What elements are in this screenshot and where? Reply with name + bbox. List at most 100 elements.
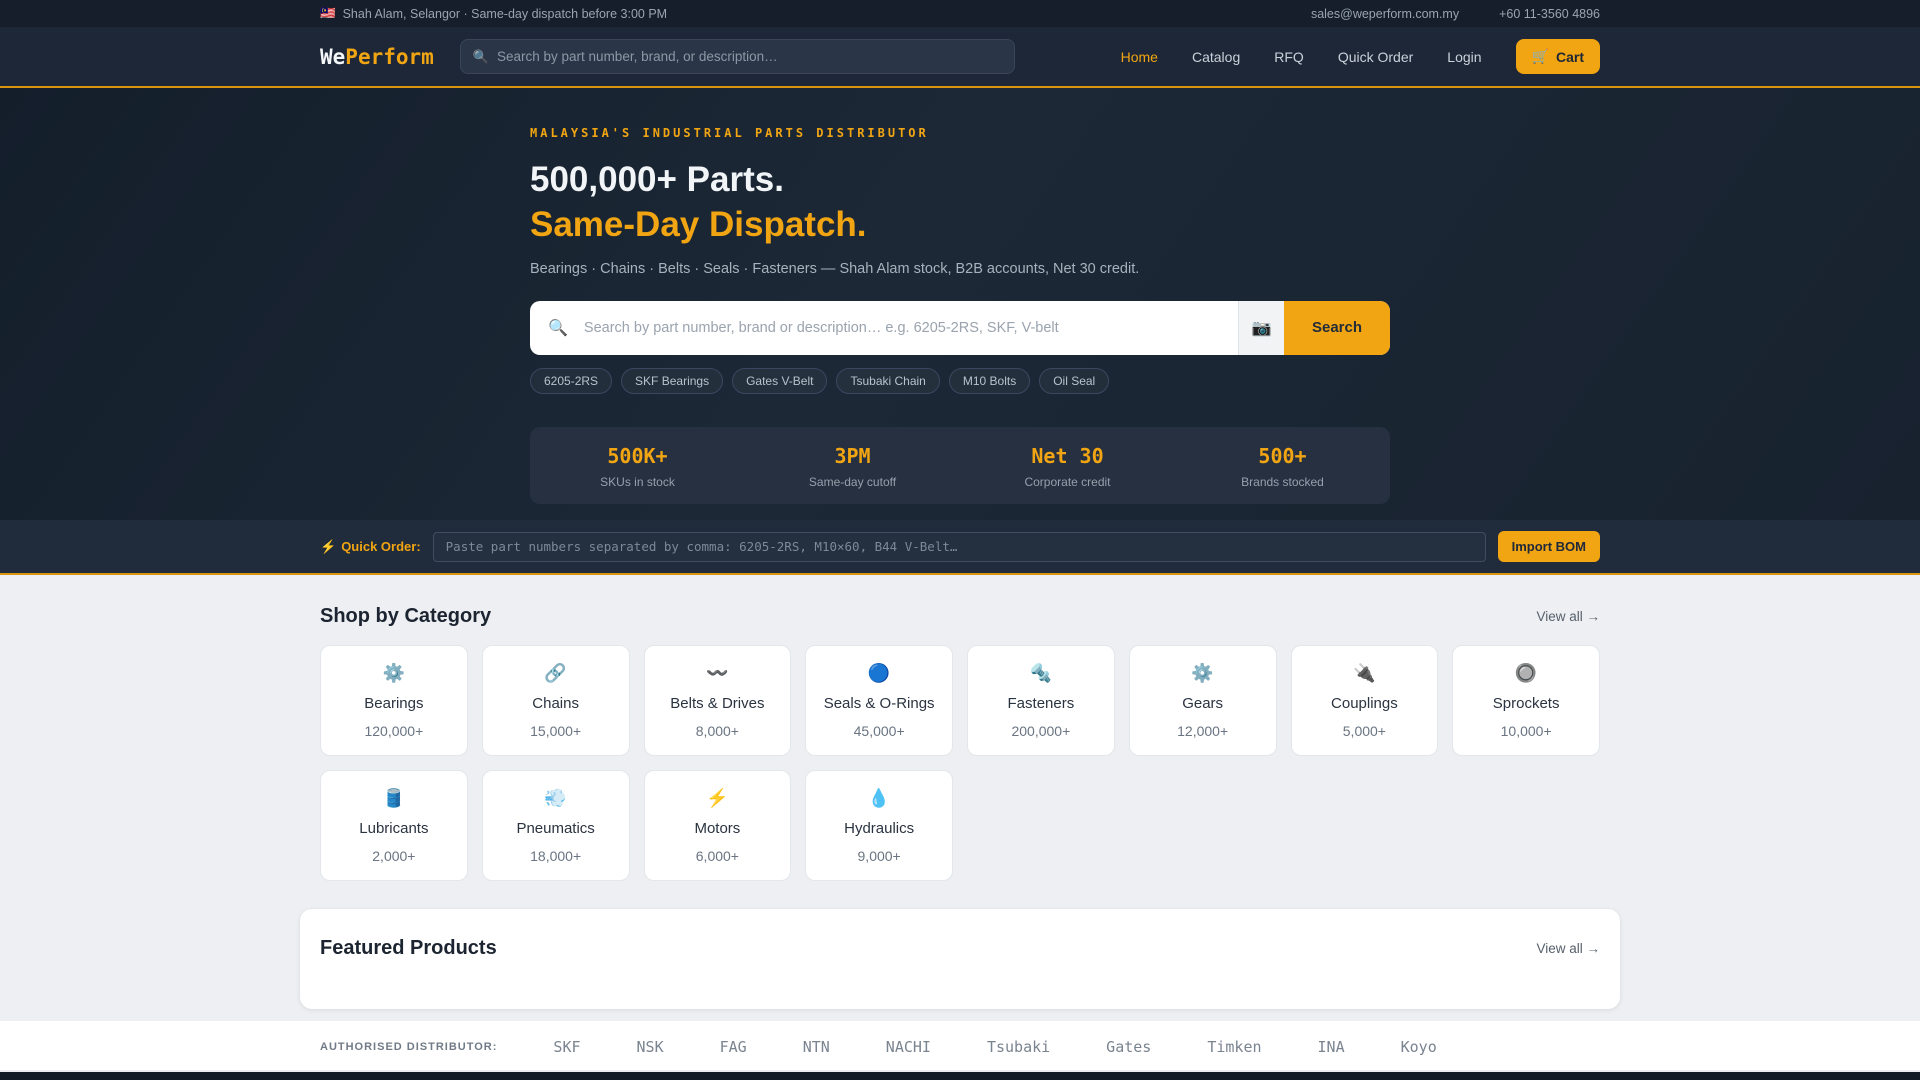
category-count: 15,000+ <box>530 723 582 739</box>
chip-gates-v-belt[interactable]: Gates V-Belt <box>732 367 828 394</box>
wavy-dash-icon: 〰️ <box>706 663 729 683</box>
category-card-fasteners[interactable]: 🔩 Fasteners 200,000+ <box>967 645 1115 756</box>
dispatch-location: 🇲🇾 Shah Alam, Selangor · Same-day dispat… <box>320 6 667 21</box>
brands-label: AUTHORISED DISTRIBUTOR: <box>320 1041 498 1053</box>
malaysia-flag-icon: 🇲🇾 <box>320 6 336 20</box>
image-search-button[interactable]: 📷 <box>1238 300 1284 355</box>
cart-button[interactable]: 🛒 Cart <box>1515 39 1600 74</box>
nut-and-bolt-icon: 🔩 <box>1029 663 1053 683</box>
category-card-gears[interactable]: ⚙️ Gears 12,000+ <box>1128 645 1277 756</box>
chip-oil-seal[interactable]: Oil Seal <box>1039 367 1110 394</box>
logo-perform: Perform <box>345 44 434 69</box>
droplet-icon: 💧 <box>867 788 891 808</box>
import-bom-button[interactable]: Import BOM <box>1497 531 1600 562</box>
category-name: Sprockets <box>1492 695 1560 712</box>
hero-section: MALAYSIA'S INDUSTRIAL PARTS DISTRIBUTOR … <box>0 88 1920 520</box>
nav-quick-order[interactable]: Quick Order <box>1338 49 1413 65</box>
stat-value: 500+ <box>1258 443 1307 468</box>
nav-catalog[interactable]: Catalog <box>1192 49 1240 65</box>
hero-subtitle: Bearings · Chains · Belts · Seals · Fast… <box>530 260 1140 277</box>
category-count: 200,000+ <box>1011 723 1071 739</box>
featured-heading: Featured Products <box>320 937 497 959</box>
category-count: 6,000+ <box>695 848 739 864</box>
header-search-input[interactable] <box>497 49 1002 64</box>
brand-nsk: NSK <box>636 1038 664 1056</box>
brand-fag: FAG <box>719 1038 747 1056</box>
link-icon: 🔗 <box>544 663 567 683</box>
hero-search-bar: 🔍 📷 Search <box>530 300 1390 355</box>
hero-title-line1: 500,000+ Parts. <box>530 160 784 199</box>
brand-gates: Gates <box>1106 1038 1152 1056</box>
category-card-couplings[interactable]: 🔌 Couplings 5,000+ <box>1290 645 1439 756</box>
quick-order-label-text: Quick Order: <box>341 539 421 554</box>
brand-skf: SKF <box>553 1038 581 1056</box>
category-card-lubricants[interactable]: 🛢️ Lubricants 2,000+ <box>320 770 468 881</box>
category-card-pneumatics[interactable]: 💨 Pneumatics 18,000+ <box>481 770 630 881</box>
category-card-sprockets[interactable]: 🔘 Sprockets 10,000+ <box>1452 645 1600 756</box>
category-card-belts-drives[interactable]: 〰️ Belts & Drives 8,000+ <box>643 645 792 756</box>
featured-view-all-link[interactable]: View all → <box>1536 941 1600 956</box>
category-count: 120,000+ <box>364 723 424 739</box>
quick-order-input[interactable] <box>432 531 1486 562</box>
nav-home[interactable]: Home <box>1121 49 1158 65</box>
category-name: Lubricants <box>359 820 429 837</box>
header-search: 🔍 <box>459 39 1015 74</box>
category-count: 2,000+ <box>372 848 416 864</box>
hero-search-input[interactable] <box>573 300 1238 355</box>
cart-label: Cart <box>1555 48 1584 65</box>
hero-title: 500,000+ Parts. Same-Day Dispatch. <box>530 158 1390 248</box>
stat-value: 500K+ <box>607 443 668 468</box>
nav-login[interactable]: Login <box>1447 49 1481 65</box>
category-card-chains[interactable]: 🔗 Chains 15,000+ <box>481 645 630 756</box>
chip-skf-bearings[interactable]: SKF Bearings <box>621 367 724 394</box>
top-utility-bar: 🇲🇾 Shah Alam, Selangor · Same-day dispat… <box>0 0 1920 27</box>
brand-ina: INA <box>1317 1038 1345 1056</box>
authorised-brands-bar: AUTHORISED DISTRIBUTOR: SKF NSK FAG NTN … <box>0 1021 1920 1070</box>
quick-order-bar: ⚡ Quick Order: Import BOM <box>0 520 1920 575</box>
brand-nachi: NACHI <box>885 1038 931 1056</box>
lightning-icon: ⚡ <box>706 788 729 808</box>
gear-icon: ⚙️ <box>382 663 406 683</box>
logo[interactable]: WePerform <box>320 45 434 69</box>
category-count: 9,000+ <box>857 848 901 864</box>
category-count: 45,000+ <box>853 723 905 739</box>
category-name: Seals & O-Rings <box>823 695 935 712</box>
search-icon: 🔍 <box>548 319 568 337</box>
search-button[interactable]: Search <box>1284 300 1390 355</box>
air-puff-icon: 💨 <box>544 788 567 808</box>
category-card-hydraulics[interactable]: 💧 Hydraulics 9,000+ <box>805 770 953 881</box>
category-name: Chains <box>532 695 579 712</box>
search-icon: 🔍 <box>472 48 489 64</box>
category-count: 10,000+ <box>1500 723 1552 739</box>
camera-icon: 📷 <box>1251 319 1272 337</box>
popular-search-chips: 6205-2RS SKF Bearings Gates V-Belt Tsuba… <box>530 367 1390 394</box>
oil-drum-icon: 🛢️ <box>382 788 406 808</box>
stat-value: 3PM <box>834 443 871 468</box>
brand-tsubaki: Tsubaki <box>986 1038 1051 1056</box>
chip-6205-2rs[interactable]: 6205-2RS <box>530 367 613 394</box>
nav-rfq[interactable]: RFQ <box>1274 49 1304 65</box>
category-name: Fasteners <box>1007 695 1075 712</box>
stat-cutoff: 3PM Same-day cutoff <box>745 444 960 489</box>
category-name: Motors <box>694 820 741 837</box>
category-name: Gears <box>1182 695 1224 712</box>
location-text: Shah Alam, Selangor · Same-day dispatch … <box>342 6 668 21</box>
category-count: 8,000+ <box>695 723 739 739</box>
category-name: Hydraulics <box>844 820 915 837</box>
lightning-icon: ⚡ <box>320 538 337 554</box>
category-card-bearings[interactable]: ⚙️ Bearings 120,000+ <box>320 645 468 756</box>
radio-button-icon: 🔘 <box>1514 663 1538 683</box>
site-header: WePerform 🔍 Home Catalog RFQ Quick Order… <box>0 27 1920 88</box>
categories-view-all-link[interactable]: View all → <box>1536 609 1600 624</box>
cart-icon: 🛒 <box>1531 48 1549 64</box>
phone-link[interactable]: +60 11-3560 4896 <box>1499 7 1600 21</box>
main-nav: Home Catalog RFQ Quick Order Login 🛒 Car… <box>1121 39 1600 74</box>
chip-tsubaki-chain[interactable]: Tsubaki Chain <box>836 367 940 394</box>
category-card-seals-orings[interactable]: 🔵 Seals & O-Rings 45,000+ <box>805 645 953 756</box>
email-link[interactable]: sales@weperform.com.my <box>1311 7 1459 21</box>
stat-label: Same-day cutoff <box>808 474 897 489</box>
stat-label: Corporate credit <box>1024 474 1111 489</box>
chip-m10-bolts[interactable]: M10 Bolts <box>948 367 1031 394</box>
category-card-motors[interactable]: ⚡ Motors 6,000+ <box>643 770 792 881</box>
stat-skus: 500K+ SKUs in stock <box>530 444 745 489</box>
